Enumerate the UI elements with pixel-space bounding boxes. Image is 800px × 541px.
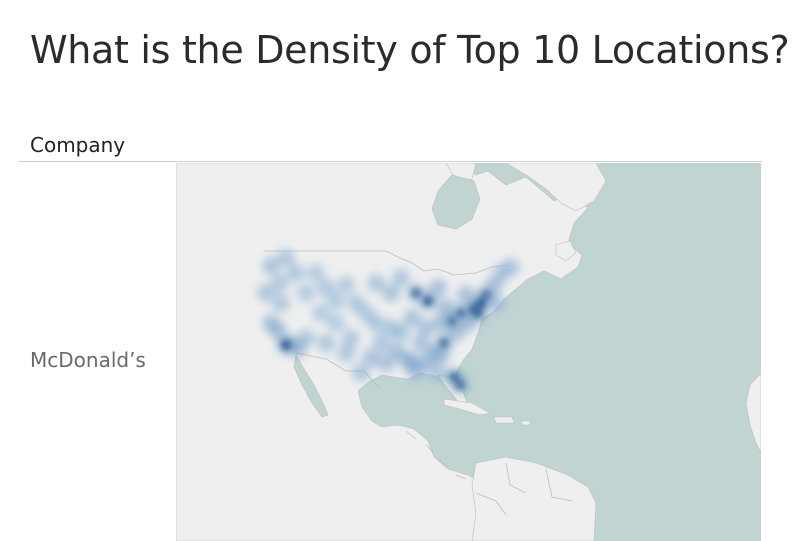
density-point: [382, 319, 400, 337]
density-point: [307, 264, 325, 282]
density-point: [357, 304, 375, 322]
density-point: [429, 279, 447, 297]
density-map[interactable]: [176, 163, 761, 541]
density-point: [502, 258, 520, 276]
density-hotspot: [423, 296, 433, 306]
density-hotspot: [456, 308, 466, 318]
density-point: [289, 340, 307, 358]
puerto-rico: [521, 420, 531, 426]
density-point: [432, 314, 450, 332]
density-point: [327, 314, 345, 332]
density-point: [457, 286, 475, 304]
density-hotspot: [455, 380, 465, 390]
density-point: [262, 314, 280, 332]
density-point: [403, 309, 421, 327]
density-hotspot: [481, 290, 491, 300]
density-hotspot: [449, 372, 459, 382]
hispaniola: [493, 416, 515, 424]
density-point: [337, 344, 355, 362]
density-point: [377, 354, 395, 372]
density-point: [432, 346, 450, 364]
density-point: [367, 274, 385, 292]
density-point: [352, 364, 370, 382]
density-point: [271, 274, 289, 292]
row-label-company[interactable]: McDonald’s: [30, 348, 146, 372]
density-hotspot: [439, 338, 449, 348]
density-point: [412, 334, 430, 352]
header-divider: [18, 161, 762, 162]
density-point: [312, 304, 330, 322]
density-map-svg[interactable]: [176, 163, 761, 541]
density-hotspot: [411, 288, 421, 298]
density-point: [403, 354, 421, 372]
density-hotspot: [281, 340, 291, 350]
density-point: [277, 249, 295, 267]
column-header-company[interactable]: Company: [30, 133, 125, 157]
density-point: [392, 269, 410, 287]
density-point: [272, 294, 290, 312]
density-hotspot: [447, 316, 457, 326]
density-point: [317, 334, 335, 352]
density-point: [297, 284, 315, 302]
density-point: [287, 264, 305, 282]
page-title: What is the Density of Top 10 Locations?: [30, 28, 790, 72]
density-point: [429, 364, 447, 382]
density-point: [372, 334, 390, 352]
density-hotspot: [473, 308, 483, 318]
density-point: [327, 292, 345, 310]
density-point: [337, 276, 355, 294]
density-point: [382, 284, 400, 302]
